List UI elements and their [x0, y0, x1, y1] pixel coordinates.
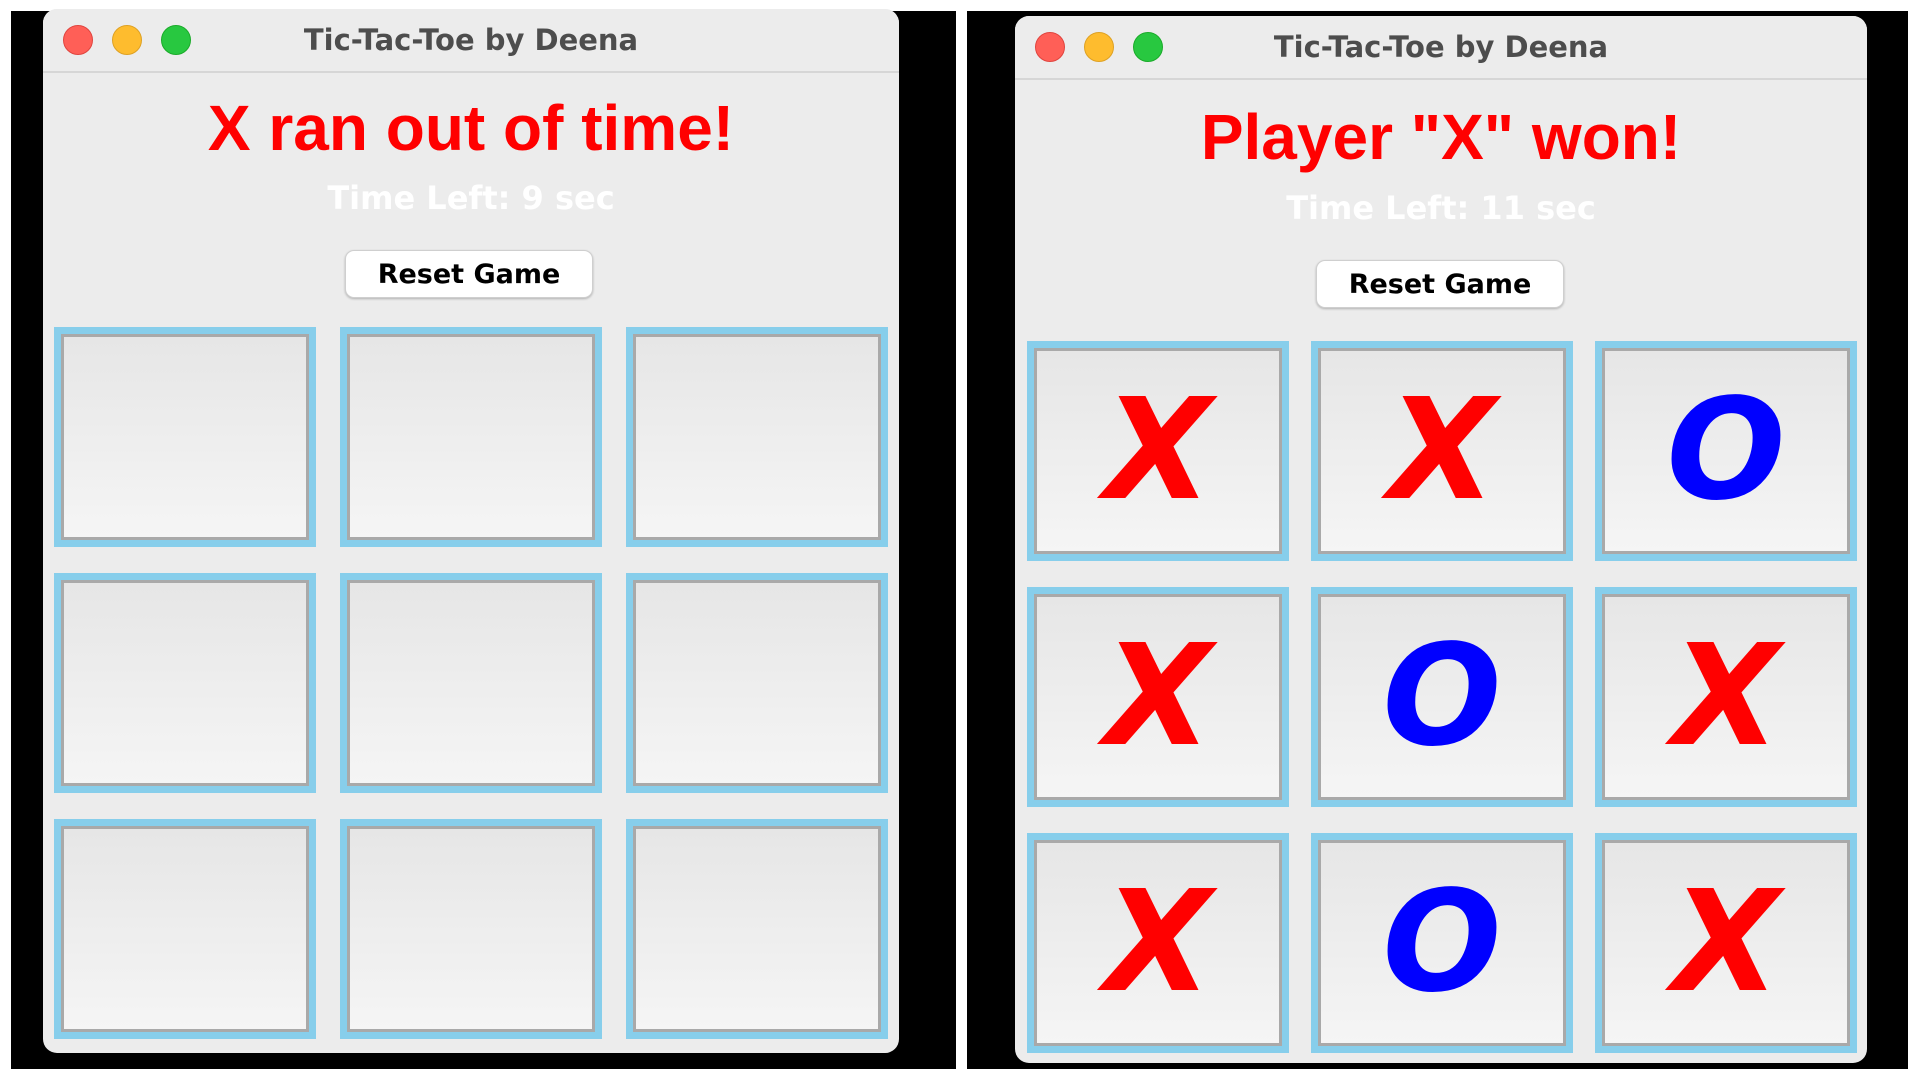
game-status-message: Player "X" won! [1200, 101, 1682, 173]
o-mark: O [1318, 594, 1566, 800]
x-mark: X [1034, 594, 1282, 800]
board-cell[interactable]: X [1595, 833, 1857, 1053]
cell-mark [61, 580, 309, 786]
cell-mark [633, 826, 881, 1032]
cell-mark [61, 826, 309, 1032]
board-cell[interactable]: O [1311, 833, 1573, 1053]
board-cell[interactable] [54, 819, 316, 1039]
board-cell[interactable] [340, 327, 602, 547]
window-title: Tic-Tac-Toe by Deena [1273, 30, 1609, 64]
x-mark: X [1318, 348, 1566, 554]
cell-mark [347, 580, 595, 786]
board-cell[interactable]: X [1027, 587, 1289, 807]
game-status-message: X ran out of time! [207, 92, 735, 164]
board-cell[interactable]: X [1027, 833, 1289, 1053]
x-mark: X [1034, 840, 1282, 1046]
x-mark: X [1034, 348, 1282, 554]
board-cell[interactable] [54, 573, 316, 793]
title-bar: Tic-Tac-Toe by Deena [43, 9, 899, 73]
reset-game-button[interactable]: Reset Game [1316, 260, 1564, 308]
o-mark: O [1602, 348, 1850, 554]
board-cell[interactable] [54, 327, 316, 547]
board-cell[interactable]: X [1027, 341, 1289, 561]
time-left-label: Time Left: 9 sec [327, 179, 615, 217]
board-cell[interactable]: O [1595, 341, 1857, 561]
cell-mark [347, 334, 595, 540]
window-title: Tic-Tac-Toe by Deena [303, 23, 639, 57]
cell-mark [61, 334, 309, 540]
board-cell[interactable]: X [1595, 587, 1857, 807]
board-cell[interactable] [340, 819, 602, 1039]
board-cell[interactable] [626, 573, 888, 793]
board-cell[interactable] [626, 819, 888, 1039]
reset-game-button[interactable]: Reset Game [345, 250, 593, 298]
board-cell[interactable] [340, 573, 602, 793]
title-bar: Tic-Tac-Toe by Deena [1015, 16, 1867, 80]
time-left-label: Time Left: 11 sec [1286, 189, 1596, 227]
board-cell[interactable]: X [1311, 341, 1573, 561]
cell-mark [633, 580, 881, 786]
x-mark: X [1602, 594, 1850, 800]
game-window-right: Tic-Tac-Toe by Deena Player "X" won! Tim… [1015, 16, 1867, 1063]
board-cell[interactable]: O [1311, 587, 1573, 807]
o-mark: O [1318, 840, 1566, 1046]
game-window-left: Tic-Tac-Toe by Deena X ran out of time! … [43, 9, 899, 1053]
cell-mark [347, 826, 595, 1032]
cell-mark [633, 334, 881, 540]
x-mark: X [1602, 840, 1850, 1046]
board-cell[interactable] [626, 327, 888, 547]
